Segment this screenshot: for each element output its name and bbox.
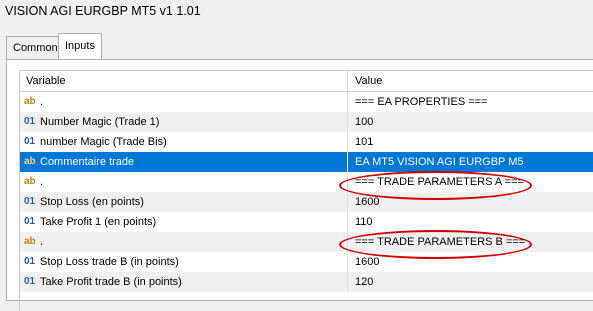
variable-name: . xyxy=(40,96,44,108)
variable-name: Number Magic (Trade 1) xyxy=(40,116,160,128)
string-type-icon: ab xyxy=(24,96,36,107)
column-header-value[interactable]: Value xyxy=(355,75,382,87)
table-row[interactable]: 01 number Magic (Trade Bis) 101 xyxy=(20,132,593,153)
inputs-panel: Variable Value ab . === EA PROPERTIES ==… xyxy=(6,59,593,311)
table-row[interactable]: ab . === TRADE PARAMETERS B === xyxy=(20,232,593,253)
table-row[interactable]: 01 Stop Loss (en points) 1600 xyxy=(20,192,593,213)
cell-divider xyxy=(347,152,348,172)
parameters-grid: Variable Value ab . === EA PROPERTIES ==… xyxy=(19,70,593,311)
table-row[interactable]: 01 Take Profit 1 (en points) 110 xyxy=(20,212,593,233)
variable-name: Commentaire trade xyxy=(40,156,135,168)
variable-name: Take Profit 1 (en points) xyxy=(40,216,157,228)
string-type-icon: ab xyxy=(24,176,36,187)
variable-name: Take Profit trade B (in points) xyxy=(40,276,182,288)
variable-value[interactable]: === EA PROPERTIES === xyxy=(355,96,487,108)
window-title: VISION AGI EURGBP MT5 v1 1.01 xyxy=(5,4,201,18)
integer-type-icon: 01 xyxy=(24,196,36,207)
integer-type-icon: 01 xyxy=(24,116,36,127)
variable-name: . xyxy=(40,176,44,188)
tab-inputs[interactable]: Inputs xyxy=(58,33,102,59)
variable-value[interactable]: 101 xyxy=(355,136,373,148)
variable-value[interactable]: 100 xyxy=(355,116,373,128)
cell-divider xyxy=(347,252,348,272)
variable-name: Stop Loss trade B (in points) xyxy=(40,256,179,268)
grid-header: Variable Value xyxy=(20,71,593,92)
integer-type-icon: 01 xyxy=(24,276,36,287)
column-header-variable[interactable]: Variable xyxy=(26,75,66,87)
integer-type-icon: 01 xyxy=(24,216,36,227)
string-type-icon: ab xyxy=(24,156,36,167)
cell-divider xyxy=(347,232,348,252)
string-type-icon: ab xyxy=(24,236,36,247)
integer-type-icon: 01 xyxy=(24,136,36,147)
column-divider[interactable] xyxy=(347,71,348,91)
cell-divider xyxy=(347,272,348,292)
variable-value[interactable]: 110 xyxy=(355,216,373,228)
cell-divider xyxy=(347,132,348,152)
cell-divider xyxy=(347,112,348,132)
variable-name: . xyxy=(40,236,44,248)
variable-value[interactable]: EA MT5 VISION AGI EURGBP M5 xyxy=(355,156,524,168)
variable-value[interactable]: === TRADE PARAMETERS B === xyxy=(355,236,525,248)
variable-value[interactable]: 1600 xyxy=(355,196,379,208)
cell-divider xyxy=(347,172,348,192)
cell-divider xyxy=(347,212,348,232)
cell-divider xyxy=(347,192,348,212)
table-row[interactable]: ab . === TRADE PARAMETERS A === xyxy=(20,172,593,193)
table-row-selected[interactable]: ab Commentaire trade EA MT5 VISION AGI E… xyxy=(20,152,593,173)
tab-common[interactable]: Common xyxy=(6,36,65,59)
table-row[interactable]: 01 Number Magic (Trade 1) 100 xyxy=(20,112,593,133)
table-row[interactable]: 01 Stop Loss trade B (in points) 1600 xyxy=(20,252,593,273)
table-row[interactable]: ab . === EA PROPERTIES === xyxy=(20,92,593,113)
integer-type-icon: 01 xyxy=(24,256,36,267)
variable-name: number Magic (Trade Bis) xyxy=(40,136,167,148)
variable-value[interactable]: === TRADE PARAMETERS A === xyxy=(355,176,524,188)
table-row[interactable]: 01 Take Profit trade B (in points) 120 xyxy=(20,272,593,293)
variable-value[interactable]: 120 xyxy=(355,276,373,288)
cell-divider xyxy=(347,92,348,112)
variable-value[interactable]: 1600 xyxy=(355,256,379,268)
variable-name: Stop Loss (en points) xyxy=(40,196,144,208)
